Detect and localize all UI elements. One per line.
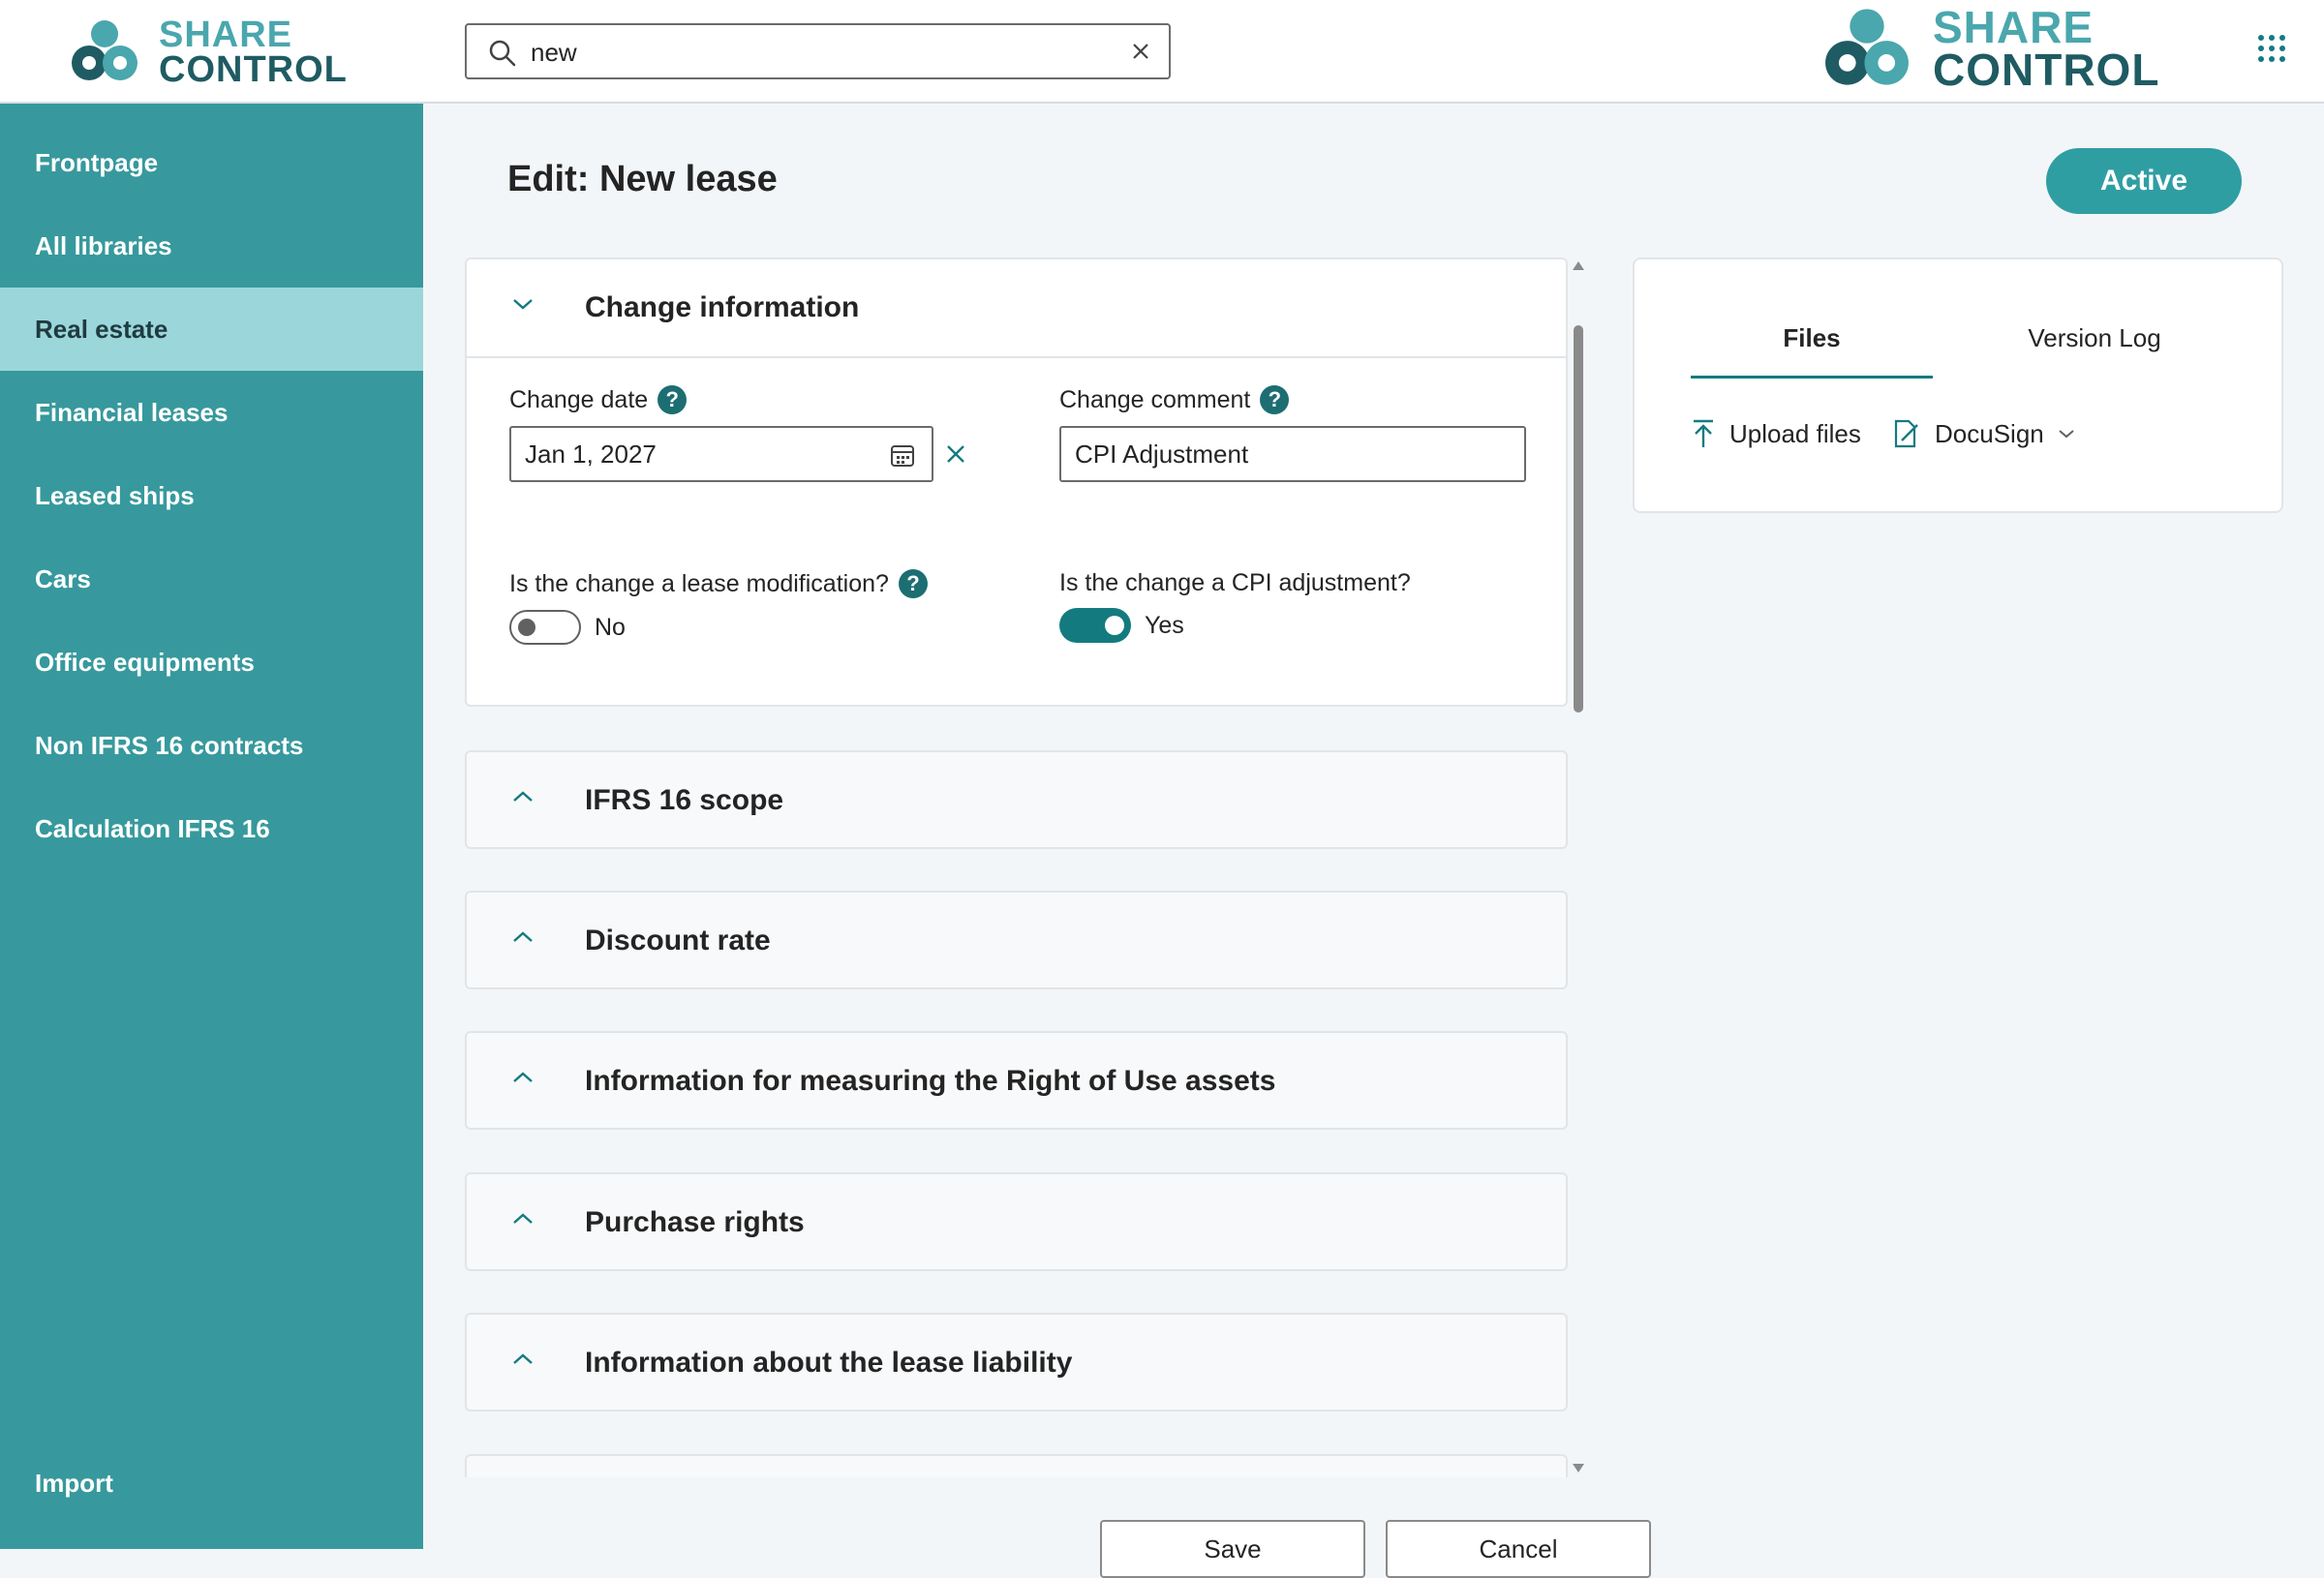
section-change-information: Change information Change date ? Jan 1, … [465,258,1568,707]
section-partial [465,1454,1568,1477]
change-comment-label-text: Change comment [1059,385,1251,413]
logo-mark-icon [1825,9,1909,85]
brand-wordmark: SHARE CONTROL [1933,2,2160,95]
section-title: Change information [585,291,860,323]
search-icon [489,40,516,67]
section-title: Discount rate [585,925,771,956]
scroll-thumb[interactable] [1574,325,1583,713]
chevron-up-icon [513,791,533,802]
lease-modification-toggle[interactable] [509,610,581,645]
active-tab-indicator [1691,376,1933,379]
help-icon[interactable]: ? [657,385,688,414]
sidebar-item-calculation-ifrs-16[interactable]: Calculation IFRS 16 [0,787,423,870]
toggle-knob [1105,616,1124,635]
scroll-down-arrow-icon[interactable] [1573,1464,1584,1472]
toggle-knob [518,619,535,636]
section-header-lease-liability[interactable]: Information about the lease liability [467,1315,1566,1411]
sidebar-item-cars[interactable]: Cars [0,537,423,621]
brand-wordmark: SHARE CONTROL [159,15,348,91]
chevron-up-icon [513,1353,533,1364]
lease-modification-state: No [595,614,626,641]
files-panel: Files Version Log Upload files DocuSign [1633,258,2283,513]
clear-date-icon[interactable] [945,443,966,465]
sidebar-item-all-libraries[interactable]: All libraries [0,204,423,288]
change-date-field[interactable]: Jan 1, 2027 [509,426,933,482]
search-input[interactable] [529,33,1094,72]
docusign-label: DocuSign [1935,418,2044,448]
brand-logo-large: SHARE CONTROL [1820,2,2160,95]
document-sign-icon [1894,419,1918,448]
upload-files-label: Upload files [1729,418,1861,448]
calendar-icon[interactable] [889,441,916,469]
tab-version-log[interactable]: Version Log [1973,323,2216,353]
change-date-label-text: Change date [509,385,649,413]
brand-line-2: CONTROL [159,49,348,91]
app-launcher-icon[interactable] [2256,33,2287,64]
clear-search-icon[interactable] [1130,41,1151,62]
upload-files-button[interactable]: Upload files [1691,418,1861,449]
change-comment-field[interactable]: CPI Adjustment [1059,426,1526,482]
scroll-up-arrow-icon[interactable] [1573,261,1584,270]
sidebar-item-non-ifrs-16-contracts[interactable]: Non IFRS 16 contracts [0,704,423,787]
sidebar-item-leased-ships[interactable]: Leased ships [0,454,423,537]
section-title: Information about the lease liability [585,1347,1073,1379]
section-discount-rate[interactable]: Discount rate [465,891,1568,989]
help-icon[interactable]: ? [898,569,928,598]
chevron-down-icon [513,299,533,310]
sidebar-item-office-equipments[interactable]: Office equipments [0,621,423,704]
change-comment-label: Change comment ? [1059,385,1290,414]
logo-mark-icon [72,20,138,81]
section-header-right-of-use-assets[interactable]: Information for measuring the Right of U… [467,1033,1566,1130]
sidebar-nav: Frontpage All libraries Real estate Fina… [0,104,423,1549]
sidebar-item-real-estate[interactable]: Real estate [0,288,423,371]
cancel-button[interactable]: Cancel [1386,1520,1651,1578]
section-header-ifrs-16-scope[interactable]: IFRS 16 scope [467,752,1566,849]
chevron-up-icon [513,1072,533,1082]
lease-modification-label: Is the change a lease modification? ? [509,569,928,598]
chevron-up-icon [513,931,533,942]
chevron-up-icon [513,1213,533,1224]
sidebar-item-financial-leases[interactable]: Financial leases [0,371,423,454]
section-ifrs-16-scope[interactable]: IFRS 16 scope [465,750,1568,849]
section-header-discount-rate[interactable]: Discount rate [467,893,1566,989]
cpi-adjustment-label: Is the change a CPI adjustment? [1059,569,1411,597]
brand-line-1: SHARE [1933,2,2095,53]
save-button[interactable]: Save [1100,1520,1365,1578]
tab-files[interactable]: Files [1691,323,1933,353]
status-badge[interactable]: Active [2046,148,2242,214]
section-header-change-information[interactable]: Change information [467,259,1566,358]
section-title: Information for measuring the Right of U… [585,1065,1276,1097]
sidebar-item-import[interactable]: Import [0,1441,423,1525]
search-box[interactable] [465,23,1171,79]
page-title: Edit: New lease [507,159,778,199]
top-bar: SHARE CONTROL SHARE CONTROL [0,0,2324,104]
change-date-label: Change date ? [509,385,688,414]
docusign-menu-button[interactable]: DocuSign [1892,418,2075,449]
brand-line-1: SHARE [159,15,293,55]
brand-line-2: CONTROL [1933,45,2160,95]
section-purchase-rights[interactable]: Purchase rights [465,1172,1568,1271]
upload-icon [1694,419,1713,447]
section-title: Purchase rights [585,1206,805,1238]
section-right-of-use-assets[interactable]: Information for measuring the Right of U… [465,1031,1568,1130]
cpi-adjustment-label-text: Is the change a CPI adjustment? [1059,569,1411,596]
section-header-purchase-rights[interactable]: Purchase rights [467,1174,1566,1271]
section-lease-liability[interactable]: Information about the lease liability [465,1313,1568,1411]
help-icon[interactable]: ? [1260,385,1290,414]
cpi-adjustment-toggle[interactable] [1059,608,1131,643]
chevron-down-icon [2059,430,2074,439]
change-date-value: Jan 1, 2027 [525,440,657,469]
cpi-adjustment-state: Yes [1145,612,1184,639]
section-title: IFRS 16 scope [585,784,784,816]
lease-modification-label-text: Is the change a lease modification? [509,569,889,597]
brand-logo[interactable]: SHARE CONTROL [68,15,348,91]
sidebar-item-frontpage[interactable]: Frontpage [0,121,423,204]
